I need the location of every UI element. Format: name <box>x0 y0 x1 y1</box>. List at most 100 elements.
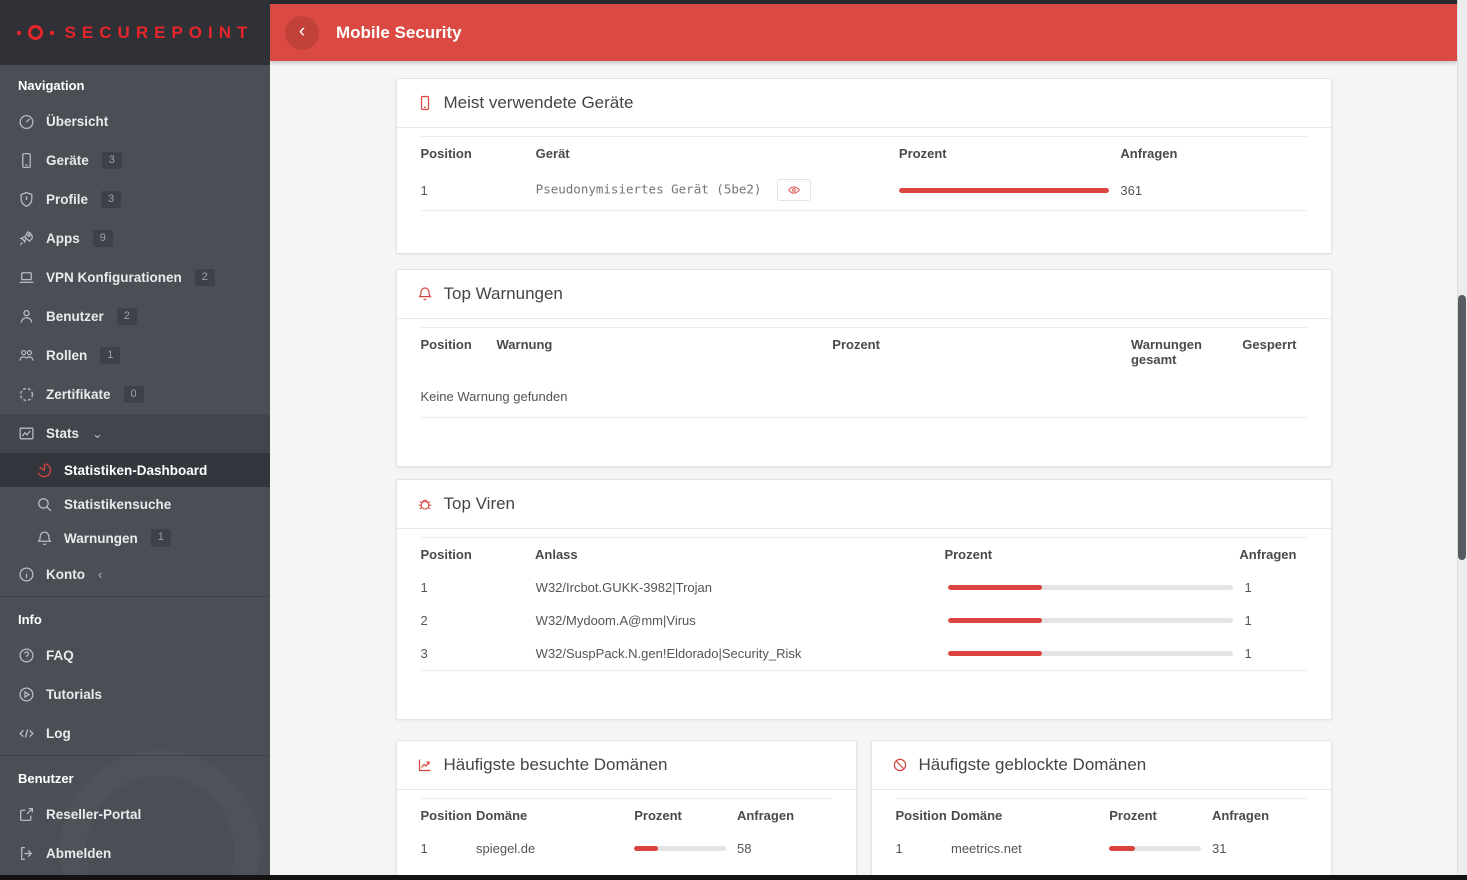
view-device-button[interactable] <box>777 179 812 201</box>
progress-track <box>947 585 1233 590</box>
count-badge: 1 <box>100 346 121 365</box>
back-button[interactable]: ‹ <box>285 15 319 50</box>
count-badge: 9 <box>92 229 113 248</box>
sidebar-item-stats[interactable]: Stats ⌄ <box>0 414 270 453</box>
line-chart-icon <box>417 757 433 773</box>
table-row: 2 W32/Mydoom.A@mm|Virus 1 <box>421 604 1307 637</box>
main-content: Meist verwendete Geräte Position Gerät P… <box>270 61 1457 875</box>
count-badge: 3 <box>101 151 122 170</box>
requests-cell: 361 <box>1120 182 1143 198</box>
logo-ring-icon <box>27 25 43 40</box>
sidebar-item-vpn-konfigurationen[interactable]: VPN Konfigurationen 2 <box>0 258 270 297</box>
progress-fill <box>947 618 1042 623</box>
devices-table: Position Gerät Prozent Anfragen 1 Pseudo… <box>397 128 1331 253</box>
sidebar-item-label: Stats <box>46 426 80 441</box>
progress-fill <box>947 651 1042 656</box>
users-group-icon <box>18 347 35 364</box>
column-header: Warnungen gesamt <box>1130 337 1202 367</box>
sidebar-item-faq[interactable]: FAQ <box>0 636 270 675</box>
table-row: 3 W32/SuspPack.N.gen!Eldorado|Security_R… <box>420 637 1307 671</box>
card-title: Meist verwendete Geräte <box>443 93 634 112</box>
scrollbar-thumb[interactable] <box>1458 295 1466 560</box>
column-header: Position <box>420 337 472 352</box>
card-most-visited-domains: Häufigste besuchte Domänen Position Domä… <box>395 740 857 875</box>
sidebar-item-label: Warnungen <box>64 530 138 546</box>
code-icon <box>18 725 35 742</box>
nav-section-navigation: Navigation <box>18 78 85 93</box>
requests-cell: 1 <box>1244 613 1252 628</box>
requests-cell: 1 <box>1244 646 1252 661</box>
count-badge: 0 <box>123 385 144 404</box>
sidebar-item-apps[interactable]: Apps 9 <box>0 219 270 258</box>
sidebar-item-label: Log <box>46 726 71 741</box>
virus-name-cell: W32/SuspPack.N.gen!Eldorado|Security_Ris… <box>535 646 802 661</box>
play-circle-icon <box>18 686 35 703</box>
sidebar-item-label: Apps <box>46 231 80 246</box>
table-header-row: Position Domäne Prozent Anfragen <box>895 798 1307 832</box>
position-cell: 3 <box>420 646 428 661</box>
table-header-row: Position Anlass Prozent Anfragen <box>420 537 1307 571</box>
column-header: Prozent <box>832 337 880 352</box>
bug-icon <box>417 496 433 512</box>
scrollbar-track[interactable] <box>1457 0 1467 880</box>
appbar: ‹ Mobile Security <box>270 4 1457 61</box>
sidebar-item-uebersicht[interactable]: Übersicht <box>0 102 270 141</box>
card-header: Häufigste geblockte Domänen <box>871 741 1331 790</box>
external-link-icon <box>18 806 35 823</box>
smartphone-icon <box>417 95 433 111</box>
sidebar-item-zertifikate[interactable]: Zertifikate 0 <box>0 375 270 414</box>
dashboard-gauge-icon <box>18 113 35 130</box>
device-cell: Pseudonymisiertes Gerät (5be2) <box>536 179 899 201</box>
sidebar-item-rollen[interactable]: Rollen 1 <box>0 336 270 375</box>
sidebar-item-geraete[interactable]: Geräte 3 <box>0 141 270 180</box>
sidebar-item-label: Geräte <box>46 153 89 168</box>
sidebar-item-statistikensuche[interactable]: Statistikensuche <box>0 487 270 521</box>
sidebar-item-benutzer[interactable]: Benutzer 2 <box>0 297 270 336</box>
count-badge: 3 <box>101 190 122 209</box>
progress-track <box>898 187 1109 193</box>
logout-icon <box>18 845 35 862</box>
table-row: 1 meetrics.net 31 <box>896 832 1307 865</box>
sidebar-item-profile[interactable]: Profile 3 <box>0 180 270 219</box>
pie-chart-icon <box>36 462 53 479</box>
progress-fill <box>947 585 1042 590</box>
sidebar-item-label: Übersicht <box>46 114 109 129</box>
sidebar-item-label: Konto <box>46 567 85 582</box>
column-header: Anfragen <box>1211 808 1270 823</box>
sidebar-nav: Navigation Übersicht Geräte 3 Profile 3 … <box>0 65 270 873</box>
rocket-icon <box>18 230 35 247</box>
sidebar-item-label: FAQ <box>46 648 74 663</box>
position-cell: 2 <box>420 613 428 628</box>
sidebar-item-statistiken-dashboard[interactable]: Statistiken-Dashboard <box>0 453 270 487</box>
column-header: Anfragen <box>1120 146 1178 161</box>
logo-dot-icon <box>16 30 21 35</box>
column-header: Domäne <box>475 808 528 823</box>
eye-icon <box>787 183 801 197</box>
progress-track <box>947 651 1233 656</box>
percent-cell <box>947 618 1245 623</box>
laptop-icon <box>18 269 35 286</box>
brand-logo[interactable]: SECUREPOINT <box>0 0 270 65</box>
column-header: Position <box>420 547 472 562</box>
sidebar-item-konto[interactable]: Konto ‹ <box>0 555 270 594</box>
bell-icon <box>417 286 433 302</box>
sidebar-item-log[interactable]: Log <box>0 714 270 753</box>
page-title: Mobile Security <box>336 22 462 42</box>
back-chevron-icon: ‹ <box>298 20 306 42</box>
sidebar-item-label: Profile <box>46 192 89 207</box>
info-circle-icon <box>18 566 35 583</box>
count-badge: 2 <box>116 307 137 326</box>
card-header: Top Viren <box>396 480 1331 529</box>
blocked-domains-table: Position Domäne Prozent Anfragen 1 meetr… <box>872 790 1331 875</box>
sidebar-item-tutorials[interactable]: Tutorials <box>0 675 270 714</box>
table-row: 2 adform.net 15 <box>896 865 1307 875</box>
sidebar-item-warnungen[interactable]: Warnungen 1 <box>0 521 270 555</box>
column-header: Prozent <box>944 547 993 562</box>
column-header: Gerät <box>535 146 570 161</box>
column-header: Prozent <box>634 808 682 823</box>
table-row: 1 spiegel.de 58 <box>421 832 832 865</box>
sidebar-item-label: Statistiken-Dashboard <box>64 462 208 478</box>
virus-name-cell: W32/Mydoom.A@mm|Virus <box>535 613 696 628</box>
sidebar: SECUREPOINT Navigation Übersicht Geräte … <box>0 0 270 880</box>
certificate-seal-icon <box>18 386 35 403</box>
